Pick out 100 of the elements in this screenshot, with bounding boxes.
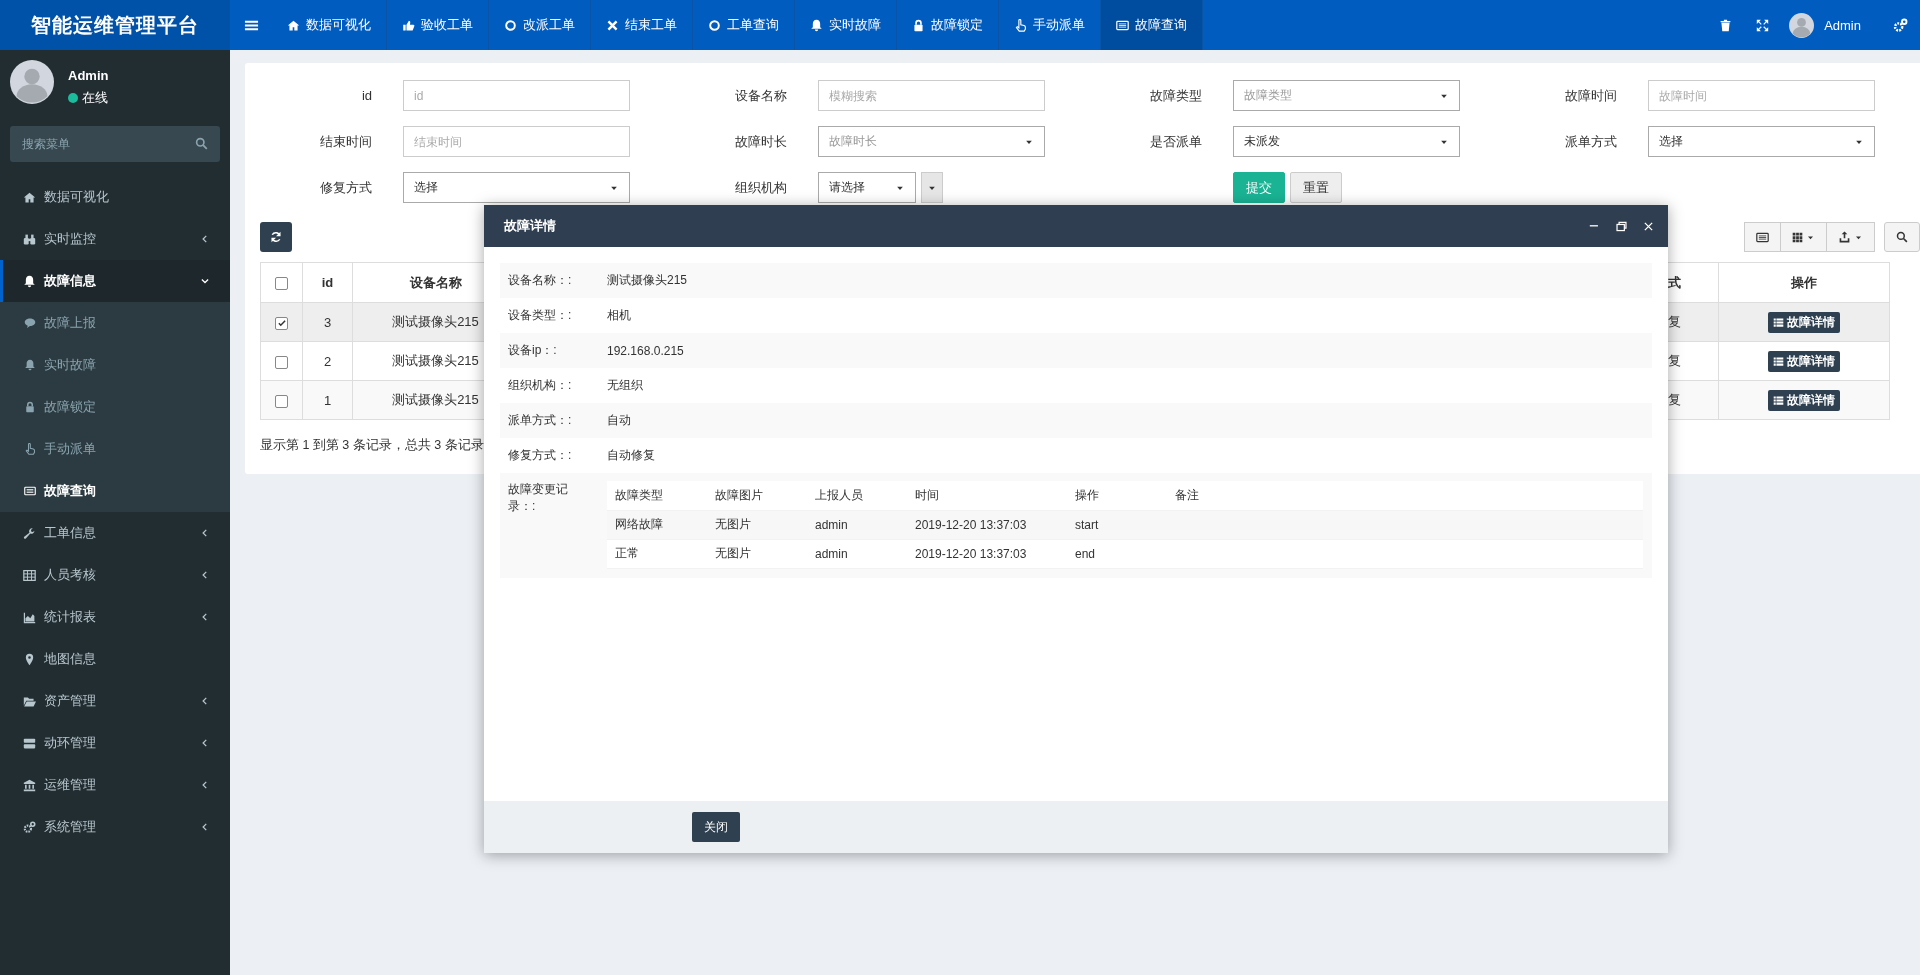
list-icon	[1116, 18, 1129, 32]
search-icon	[195, 137, 208, 150]
avatar-icon	[1789, 12, 1815, 38]
sidebar-item[interactable]: 地图信息	[0, 638, 230, 680]
sidebar-item[interactable]: 资产管理	[0, 680, 230, 722]
submenu-item[interactable]: 故障查询	[0, 470, 230, 512]
close-button[interactable]: 关闭	[692, 812, 740, 842]
nav-tab[interactable]: 验收工单	[387, 0, 489, 50]
nav-tab[interactable]: 改派工单	[489, 0, 591, 50]
hand-icon	[1014, 18, 1027, 32]
search-button[interactable]	[1884, 222, 1920, 252]
sidebar-item[interactable]: 动环管理	[0, 722, 230, 764]
text-field[interactable]: id	[403, 80, 630, 111]
export-icon	[1838, 230, 1851, 244]
nav-tab[interactable]: 实时故障	[795, 0, 897, 50]
column-header: 操作	[1067, 481, 1167, 510]
sidebar-item[interactable]: 实时监控	[0, 218, 230, 260]
modal-title: 故障详情	[504, 217, 557, 235]
select-field[interactable]: 选择	[1648, 126, 1875, 157]
nav-tab[interactable]: 故障锁定	[897, 0, 999, 50]
bank-icon	[23, 778, 36, 792]
field-label: 设备名称	[734, 86, 787, 105]
field-label: 修复方式：:	[508, 447, 573, 464]
text-field[interactable]: 故障时间	[1648, 80, 1875, 111]
field-value: 自动	[607, 412, 631, 429]
user-name: Admin	[68, 68, 109, 83]
bars-icon	[1773, 316, 1784, 328]
nav-tab[interactable]: 工单查询	[693, 0, 795, 50]
nav-tab[interactable]: 结束工单	[591, 0, 693, 50]
text-field[interactable]: 模糊搜索	[818, 80, 1045, 111]
cross-icon	[606, 18, 619, 32]
table-cell: admin	[807, 510, 907, 539]
card-view-button[interactable]	[1744, 222, 1781, 252]
speech-bubble-icon	[24, 317, 36, 329]
checkbox[interactable]	[275, 394, 288, 408]
sidebar-item[interactable]: 工单信息	[0, 512, 230, 554]
list-icon	[24, 485, 36, 497]
columns-button[interactable]	[1781, 222, 1827, 252]
area-chart-icon	[23, 610, 36, 624]
bars-icon	[1773, 355, 1784, 367]
status-dot	[68, 93, 78, 103]
checkbox[interactable]	[275, 277, 288, 291]
submenu-item[interactable]: 故障上报	[0, 302, 230, 344]
refresh-icon	[270, 231, 282, 243]
field-label: 故障变更记录：:	[508, 481, 569, 515]
field-label: 故障时间	[1564, 86, 1617, 105]
lock-icon	[912, 18, 925, 32]
binoculars-icon	[23, 232, 36, 246]
checkbox[interactable]	[275, 316, 288, 330]
sidebar-item[interactable]: 运维管理	[0, 764, 230, 806]
minimize-icon	[1589, 225, 1599, 227]
search-field[interactable]: 搜索菜单	[10, 126, 220, 162]
details-button[interactable]: 故障详情	[1768, 350, 1840, 372]
sidebar-item[interactable]: 故障信息	[0, 260, 230, 302]
field-value: 无组织	[607, 377, 643, 394]
gears-icon	[1893, 17, 1908, 33]
trash-icon	[1719, 18, 1733, 32]
field-label: 结束时间	[319, 132, 372, 151]
column-header: 操作	[1718, 262, 1890, 303]
nav-tab[interactable]: 数据可视化	[272, 0, 387, 50]
user-menu[interactable]: Admin	[1781, 0, 1881, 50]
details-button[interactable]: 故障详情	[1768, 311, 1840, 333]
restore-icon	[1614, 219, 1628, 233]
wrench-icon	[23, 526, 36, 540]
home-icon	[287, 18, 300, 32]
table-cell: 2019-12-20 13:37:03	[907, 510, 1067, 539]
check-icon	[276, 318, 287, 329]
refresh-button[interactable]	[260, 222, 292, 252]
select-field[interactable]: 请选择	[818, 172, 916, 203]
server-icon	[23, 736, 36, 750]
field-value: 192.168.0.215	[607, 343, 684, 358]
field-value: 自动修复	[607, 447, 655, 464]
expand-icon	[1756, 18, 1770, 32]
details-button[interactable]: 故障详情	[1768, 389, 1840, 411]
grid-icon	[1792, 231, 1803, 243]
sidebar-item[interactable]: 数据可视化	[0, 176, 230, 218]
table-cell: 2019-12-20 13:37:03	[907, 539, 1067, 568]
sidebar-item[interactable]: 系统管理	[0, 806, 230, 848]
select-field[interactable]: 选择	[403, 172, 630, 203]
table-icon	[23, 568, 36, 582]
sidebar-item[interactable]: 人员考核	[0, 554, 230, 596]
select-field[interactable]: 未派发	[1233, 126, 1460, 157]
sidebar-item[interactable]: 统计报表	[0, 596, 230, 638]
reset-button[interactable]: 重置	[1290, 172, 1342, 203]
field-label: 组织机构	[734, 178, 787, 197]
map-pin-icon	[23, 652, 36, 666]
column-header: 上报人员	[807, 481, 907, 510]
circle-icon	[708, 18, 721, 32]
submenu-item[interactable]: 手动派单	[0, 428, 230, 470]
table-cell: 无图片	[707, 510, 807, 539]
text-field[interactable]: 结束时间	[403, 126, 630, 157]
bell-icon	[23, 274, 36, 288]
table-cell: end	[1067, 539, 1167, 568]
submenu-item[interactable]: 实时故障	[0, 344, 230, 386]
checkbox[interactable]	[275, 355, 288, 369]
gears-icon	[23, 820, 36, 834]
pagination-info: 显示第 1 到第 3 条记录，总共 3 条记录	[260, 437, 484, 454]
submenu-item[interactable]: 故障锁定	[0, 386, 230, 428]
nav-tab[interactable]: 故障查询	[1101, 0, 1203, 50]
table-cell: start	[1067, 510, 1167, 539]
